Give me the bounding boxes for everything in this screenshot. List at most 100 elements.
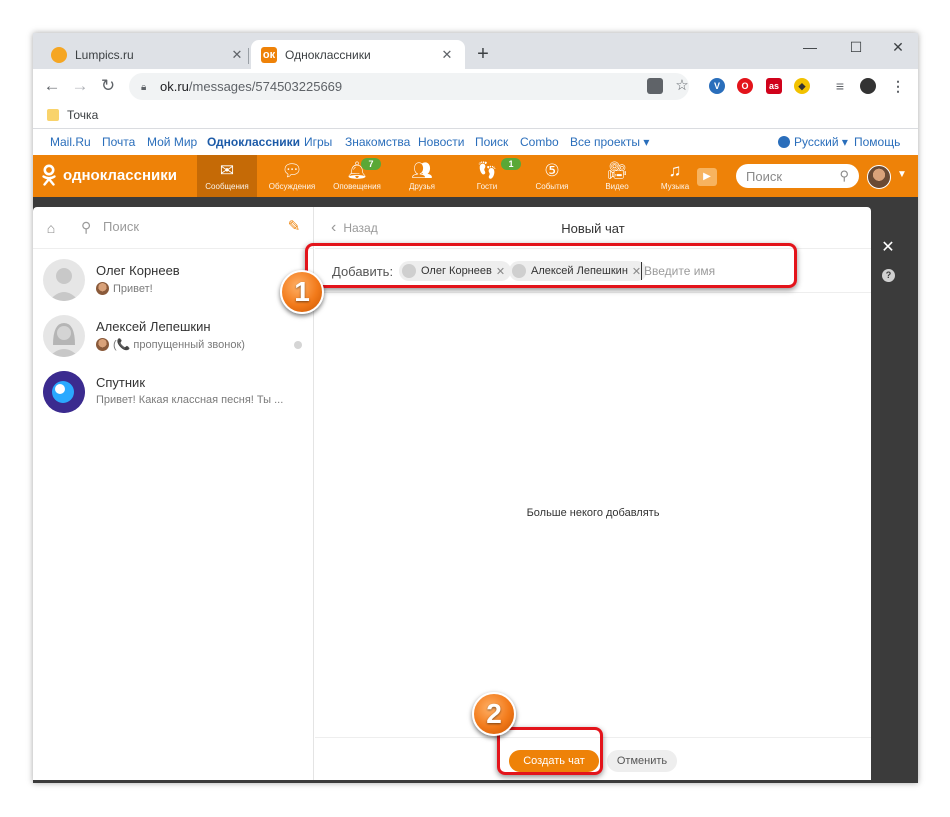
notifications-badge: 7 bbox=[361, 158, 381, 170]
ok-logo[interactable]: одноклассники bbox=[41, 164, 177, 186]
sidebar-search[interactable]: ⚲ Поиск bbox=[81, 219, 139, 234]
video-camera-icon: 🎥︎ bbox=[606, 161, 628, 180]
chevron-down-icon[interactable]: ▼ bbox=[897, 169, 907, 180]
events-icon: ⑤ bbox=[544, 161, 560, 180]
ok-nav-messages[interactable]: ✉ Сообщения bbox=[197, 155, 257, 197]
minimize-button[interactable]: — bbox=[795, 37, 825, 57]
ok-nav-label: Гости bbox=[476, 182, 498, 191]
ok-nav-discussions[interactable]: 💬︎ Обсуждения bbox=[262, 155, 322, 197]
chat-title: Новый чат bbox=[561, 221, 625, 236]
ok-nav-label: Музыка bbox=[660, 182, 690, 191]
ok-logo-text: одноклассники bbox=[63, 166, 177, 184]
conversation-name: Олег Корнеев bbox=[96, 263, 180, 278]
bookmark-folder[interactable]: Точка bbox=[47, 108, 98, 122]
empty-state-message: Больше некого добавлять bbox=[526, 507, 660, 519]
close-icon[interactable]: ✕ bbox=[881, 240, 895, 256]
sidebar-header: ⌂ ⚲ Поиск ✎ bbox=[33, 207, 314, 249]
tab-lumpics[interactable]: Lumpics.ru ✕ bbox=[41, 40, 255, 69]
forward-arrow-icon[interactable]: → bbox=[70, 76, 90, 96]
folder-icon bbox=[47, 109, 59, 121]
back-arrow-icon[interactable]: ← bbox=[42, 76, 62, 96]
ok-nav-music[interactable]: ♫ Музыка bbox=[645, 155, 705, 197]
tab-odnoklassniki[interactable]: ок Одноклассники ✕ bbox=[251, 40, 465, 69]
reload-icon[interactable]: ↻ bbox=[98, 76, 118, 96]
ok-nav-label: Обсуждения bbox=[268, 182, 316, 191]
nav-link-news[interactable]: Новости bbox=[418, 135, 464, 149]
help-icon[interactable]: ? bbox=[882, 269, 895, 282]
lock-icon: 🔒︎ bbox=[141, 81, 147, 93]
url-host: ok.ru bbox=[160, 79, 189, 94]
nav-link-mailru[interactable]: Mail.Ru bbox=[50, 135, 91, 149]
ok-nav-events[interactable]: ⑤ События bbox=[522, 155, 582, 197]
extension-puzzle-icon[interactable] bbox=[647, 78, 663, 94]
sender-mini-avatar bbox=[96, 338, 109, 351]
lumpics-favicon-icon bbox=[51, 46, 67, 63]
conversation-item[interactable]: Алексей Лепешкин (📞 пропущенный звонок) bbox=[33, 309, 314, 365]
globe-icon bbox=[778, 136, 790, 148]
music-play-icon[interactable]: ▶ bbox=[697, 168, 717, 186]
maximize-button[interactable]: ☐ bbox=[841, 37, 871, 57]
tab-close-icon[interactable]: ✕ bbox=[229, 47, 245, 63]
ok-nav-guests[interactable]: 👣︎ 1 Гости bbox=[457, 155, 521, 197]
user-avatar[interactable] bbox=[867, 165, 891, 189]
female-avatar-icon bbox=[49, 323, 79, 357]
close-window-button[interactable]: ✕ bbox=[883, 37, 913, 57]
compose-icon[interactable]: ✎ bbox=[286, 219, 302, 235]
highlight-add-row bbox=[305, 243, 797, 288]
sender-mini-avatar bbox=[96, 282, 109, 295]
browser-toolbar: ← → ↻ 🔒︎ ok.ru/messages/574503225669 ☆ V… bbox=[33, 69, 918, 103]
avatar bbox=[43, 259, 85, 301]
nav-link-mymir[interactable]: Мой Мир bbox=[147, 135, 197, 149]
conversation-item[interactable]: Спутник Привет! Какая классная песня! Ты… bbox=[33, 365, 314, 421]
address-bar[interactable]: 🔒︎ ok.ru/messages/574503225669 bbox=[129, 73, 689, 100]
conversation-sidebar: ⌂ ⚲ Поиск ✎ Олег Корнеев Привет! Алексей… bbox=[33, 207, 314, 780]
nav-link-ok[interactable]: Одноклассники bbox=[207, 135, 300, 149]
reading-list-icon[interactable]: ≡ bbox=[832, 78, 848, 94]
nav-link-search[interactable]: Поиск bbox=[475, 135, 508, 149]
bookmarks-bar: Точка bbox=[33, 103, 918, 129]
new-tab-button[interactable]: + bbox=[473, 44, 493, 64]
conversation-name: Алексей Лепешкин bbox=[96, 319, 211, 334]
browser-window: Lumpics.ru ✕ ок Одноклассники ✕ + — ☐ ✕ … bbox=[33, 33, 918, 783]
cancel-button[interactable]: Отменить bbox=[607, 750, 677, 772]
conversation-preview: (📞 пропущенный звонок) bbox=[96, 338, 245, 351]
step-1-callout: 1 bbox=[280, 270, 324, 314]
browser-menu-icon[interactable]: ⋮ bbox=[890, 78, 906, 94]
nav-link-games[interactable]: Игры bbox=[304, 135, 332, 149]
ok-nav-label: Оповещения bbox=[333, 182, 381, 191]
search-icon: ⚲ bbox=[81, 218, 92, 235]
ok-search-box[interactable]: Поиск ⚲ bbox=[736, 164, 859, 188]
tab-strip: Lumpics.ru ✕ ок Одноклассники ✕ + — ☐ ✕ bbox=[33, 33, 918, 69]
nav-link-mail[interactable]: Почта bbox=[102, 135, 135, 149]
ok-favicon-icon: ок bbox=[261, 46, 277, 63]
url-path: /messages/574503225669 bbox=[188, 79, 343, 94]
lastfm-extension-icon[interactable]: as bbox=[766, 78, 782, 94]
ok-nav-friends[interactable]: 👥︎ Друзья bbox=[392, 155, 452, 197]
tab-close-icon[interactable]: ✕ bbox=[439, 47, 455, 63]
music-note-icon: ♫ bbox=[668, 161, 682, 180]
ok-nav-video[interactable]: 🎥︎ Видео bbox=[587, 155, 647, 197]
profile-avatar-icon[interactable] bbox=[860, 78, 876, 94]
language-selector[interactable]: Русский ▾ bbox=[778, 135, 848, 149]
ok-nav-notifications[interactable]: 🔔︎ 7 Оповещения bbox=[327, 155, 387, 197]
bookmark-star-icon[interactable]: ☆ bbox=[674, 78, 690, 94]
conversation-preview-text: Привет! Какая классная песня! Ты ... bbox=[96, 394, 284, 406]
sputnik-logo-icon bbox=[43, 371, 85, 413]
nav-link-all-projects[interactable]: Все проекты ▾ bbox=[570, 135, 649, 149]
ok-header: одноклассники ✉ Сообщения 💬︎ Обсуждения … bbox=[33, 155, 918, 197]
portal-nav: Mail.Ru Почта Мой Мир Одноклассники Игры… bbox=[33, 129, 918, 155]
tab-title: Lumpics.ru bbox=[75, 47, 134, 62]
home-icon[interactable]: ⌂ bbox=[43, 220, 59, 236]
nav-link-combo[interactable]: Combo bbox=[520, 135, 559, 149]
shield-extension-icon[interactable]: ◆ bbox=[794, 78, 810, 94]
unread-dot bbox=[294, 341, 302, 349]
bookmark-label: Точка bbox=[67, 108, 99, 122]
help-link[interactable]: Помощь bbox=[854, 135, 900, 149]
sidebar-search-placeholder: Поиск bbox=[103, 219, 140, 234]
messenger-panel: ⌂ ⚲ Поиск ✎ Олег Корнеев Привет! Алексей… bbox=[33, 207, 871, 780]
nav-link-dating[interactable]: Знакомства bbox=[345, 135, 410, 149]
vk-extension-icon[interactable]: V bbox=[709, 78, 725, 94]
opera-extension-icon[interactable]: O bbox=[737, 78, 753, 94]
conversation-item[interactable]: Олег Корнеев Привет! bbox=[33, 253, 314, 309]
conversation-preview: Привет! bbox=[96, 282, 153, 295]
